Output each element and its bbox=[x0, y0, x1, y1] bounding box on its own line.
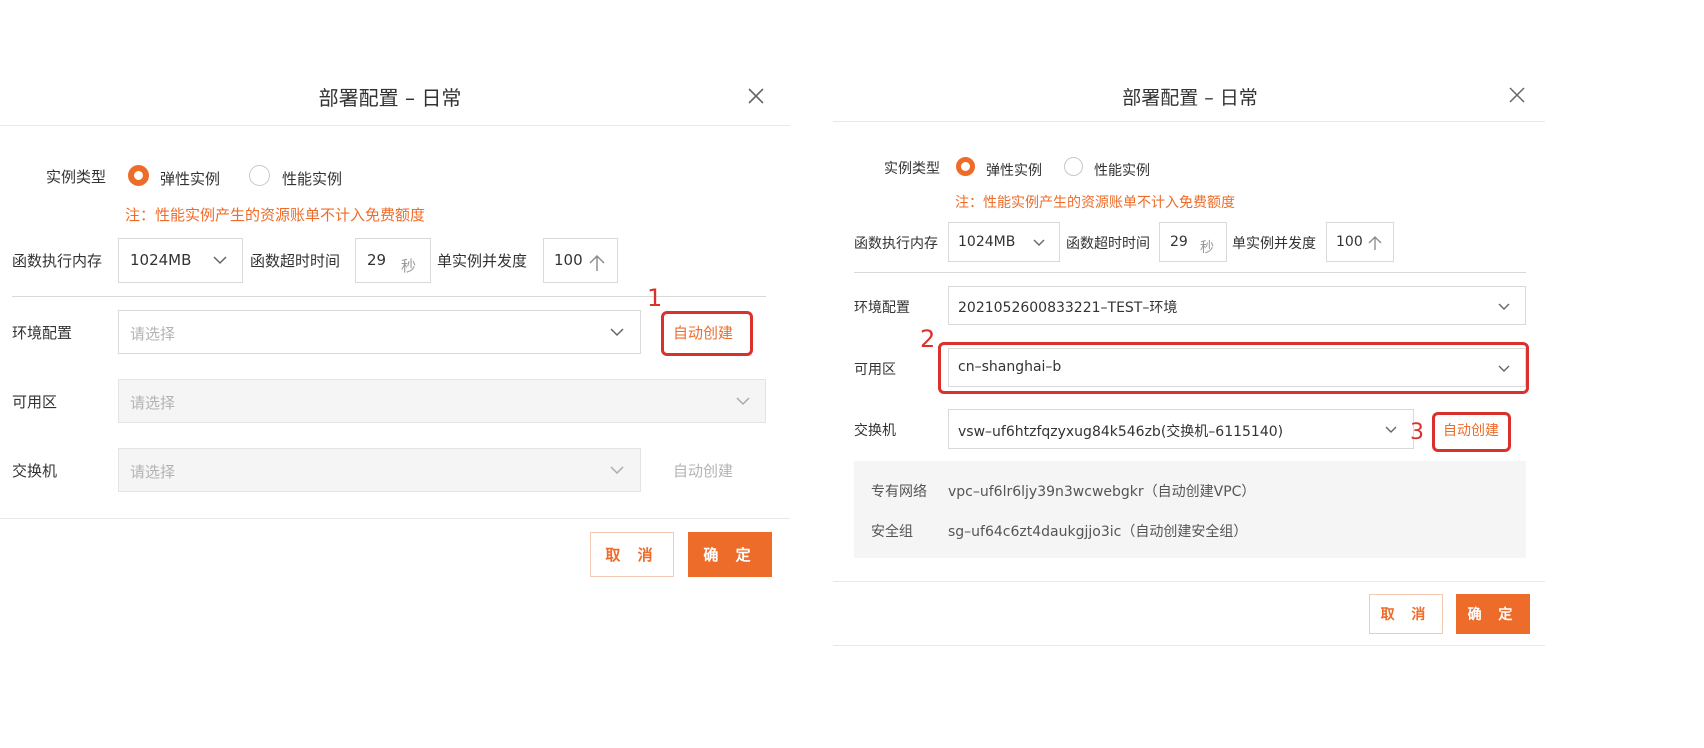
arrow-up-icon[interactable] bbox=[1368, 236, 1382, 251]
switch-select: 请选择 bbox=[118, 448, 641, 492]
timeout-unit: 秒 bbox=[1200, 240, 1214, 256]
env-select[interactable]: 2021052600833221–TEST–环境 bbox=[948, 286, 1526, 325]
concurrency-value: 100 bbox=[554, 251, 583, 269]
performance-note: 注：性能实例产生的资源账单不计入免费额度 bbox=[955, 195, 1235, 211]
header-divider bbox=[833, 121, 1545, 122]
highlight-box-1 bbox=[661, 311, 753, 356]
zone-placeholder: 请选择 bbox=[130, 394, 176, 412]
network-info-panel: 专有网络 vpc–uf6lr6ljy39n3wcwebgkr（自动创建VPC） … bbox=[854, 461, 1526, 558]
radio-performance-label[interactable]: 性能实例 bbox=[282, 168, 342, 189]
step-marker-2: 2 bbox=[920, 325, 936, 353]
chevron-down-icon bbox=[1498, 303, 1510, 310]
memory-value: 1024MB bbox=[958, 234, 1016, 250]
switch-value: vsw–uf6htzfqzyxug84k546zb(交换机–6115140) bbox=[958, 424, 1284, 440]
right-dialog: 部署配置 – 日常 实例类型 弹性实例 性能实例 注：性能实例产生的资源账单不计… bbox=[830, 0, 1704, 748]
env-label: 环境配置 bbox=[854, 300, 910, 316]
zone-label: 可用区 bbox=[854, 362, 896, 378]
chevron-down-icon bbox=[610, 328, 624, 337]
radio-elastic-label[interactable]: 弹性实例 bbox=[160, 168, 220, 189]
bottom-divider bbox=[833, 645, 1545, 646]
zone-label: 可用区 bbox=[12, 393, 58, 411]
radio-elastic-instance[interactable] bbox=[956, 157, 975, 176]
memory-select[interactable]: 1024MB bbox=[948, 222, 1060, 262]
chevron-down-icon bbox=[610, 466, 624, 475]
performance-note: 注：性能实例产生的资源账单不计入免费额度 bbox=[125, 206, 426, 224]
chevron-down-icon bbox=[1385, 426, 1397, 433]
close-icon[interactable] bbox=[747, 87, 765, 105]
cancel-button[interactable]: 取 消 bbox=[590, 532, 674, 577]
env-value: 2021052600833221–TEST–环境 bbox=[958, 300, 1178, 316]
security-group-value: sg–uf64c6zt4daukgjjo3ic（自动创建安全组） bbox=[948, 524, 1248, 540]
memory-select[interactable]: 1024MB bbox=[118, 238, 243, 283]
header-divider bbox=[0, 125, 790, 126]
section-divider bbox=[854, 272, 1526, 273]
instance-type-label: 实例类型 bbox=[884, 161, 940, 177]
confirm-button[interactable]: 确 定 bbox=[1456, 594, 1530, 634]
radio-elastic-instance[interactable] bbox=[128, 165, 149, 186]
dialog-title: 部署配置 – 日常 bbox=[318, 86, 462, 110]
concurrency-value: 100 bbox=[1336, 234, 1363, 250]
radio-performance-instance[interactable] bbox=[249, 165, 270, 186]
step-marker-3: 3 bbox=[1410, 420, 1424, 445]
concurrency-stepper[interactable]: 100 bbox=[1326, 222, 1394, 262]
memory-label: 函数执行内存 bbox=[12, 252, 103, 270]
concurrency-stepper[interactable]: 100 bbox=[543, 238, 618, 283]
highlight-box-2 bbox=[938, 342, 1529, 394]
vpc-value: vpc–uf6lr6ljy39n3wcwebgkr（自动创建VPC） bbox=[948, 484, 1256, 500]
security-group-label: 安全组 bbox=[871, 524, 913, 540]
zone-select: 请选择 bbox=[118, 379, 766, 423]
timeout-input[interactable]: 29 秒 bbox=[355, 238, 431, 283]
switch-label: 交换机 bbox=[12, 462, 58, 480]
radio-performance-label[interactable]: 性能实例 bbox=[1094, 160, 1150, 180]
env-label: 环境配置 bbox=[12, 324, 73, 342]
switch-label: 交换机 bbox=[854, 423, 896, 439]
radio-performance-instance[interactable] bbox=[1064, 157, 1083, 176]
close-icon[interactable] bbox=[1509, 87, 1525, 103]
radio-elastic-label[interactable]: 弹性实例 bbox=[986, 160, 1042, 180]
footer-divider bbox=[0, 518, 790, 519]
cancel-button[interactable]: 取 消 bbox=[1369, 594, 1443, 634]
memory-value: 1024MB bbox=[130, 251, 192, 269]
confirm-button[interactable]: 确 定 bbox=[688, 532, 772, 577]
arrow-up-icon[interactable] bbox=[589, 255, 605, 272]
footer-divider bbox=[833, 581, 1545, 582]
switch-auto-create-button: 自动创建 bbox=[673, 462, 734, 480]
timeout-input[interactable]: 29 秒 bbox=[1159, 222, 1227, 262]
switch-select[interactable]: vsw–uf6htzfqzyxug84k546zb(交换机–6115140) bbox=[948, 409, 1414, 449]
step-marker-1: 1 bbox=[647, 284, 663, 312]
timeout-label: 函数超时时间 bbox=[1066, 236, 1150, 252]
chevron-down-icon bbox=[1033, 239, 1045, 246]
timeout-unit: 秒 bbox=[401, 257, 417, 275]
dialog-title: 部署配置 – 日常 bbox=[1122, 87, 1258, 109]
concurrency-label: 单实例并发度 bbox=[1232, 236, 1316, 252]
env-select[interactable]: 请选择 bbox=[118, 310, 641, 354]
concurrency-label: 单实例并发度 bbox=[437, 252, 528, 270]
left-dialog: 部署配置 – 日常 实例类型 弹性实例 性能实例 注：性能实例产生的资源账单不计… bbox=[0, 0, 800, 748]
vpc-label: 专有网络 bbox=[871, 484, 927, 500]
timeout-value: 29 bbox=[367, 251, 387, 269]
env-placeholder: 请选择 bbox=[130, 325, 176, 343]
chevron-down-icon bbox=[736, 397, 750, 406]
chevron-down-icon bbox=[213, 256, 227, 265]
switch-placeholder: 请选择 bbox=[130, 463, 176, 481]
memory-label: 函数执行内存 bbox=[854, 236, 938, 252]
highlight-box-3 bbox=[1432, 412, 1511, 452]
timeout-label: 函数超时时间 bbox=[250, 252, 341, 270]
instance-type-label: 实例类型 bbox=[46, 168, 107, 186]
timeout-value: 29 bbox=[1170, 234, 1188, 250]
